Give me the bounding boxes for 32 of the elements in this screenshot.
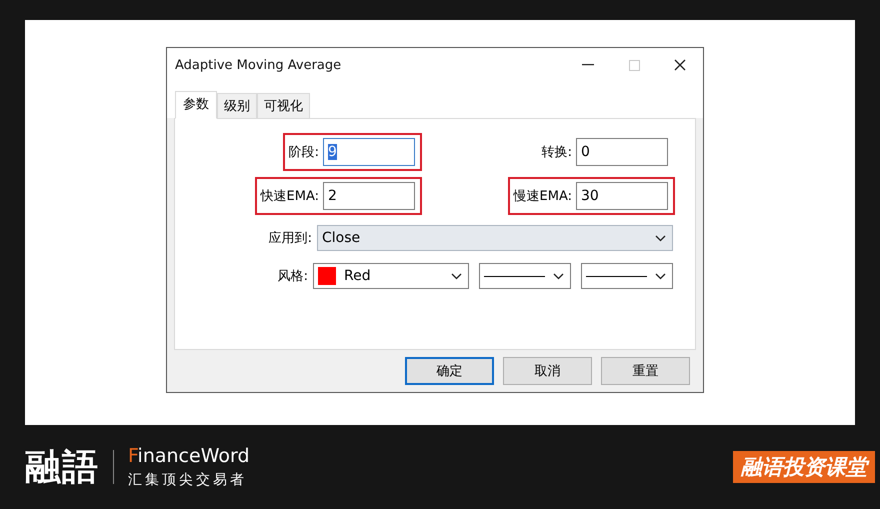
tab[interactable]: 级别 bbox=[217, 93, 257, 119]
field-label: 应用到: bbox=[268, 230, 312, 247]
brand-logo: 融語 bbox=[25, 446, 99, 490]
dialog-button[interactable]: 取消 bbox=[503, 357, 592, 385]
chevron-down-icon bbox=[655, 272, 666, 280]
dialog-button[interactable]: 确定 bbox=[405, 357, 494, 385]
field-label: 风格: bbox=[276, 268, 308, 285]
close-icon bbox=[674, 59, 686, 71]
input-field[interactable]: 2 bbox=[323, 182, 415, 210]
input-field[interactable]: 9 bbox=[323, 138, 415, 166]
input-field[interactable]: 0 bbox=[576, 138, 668, 166]
tab[interactable]: 参数 bbox=[175, 91, 217, 119]
line-style-dropdown[interactable] bbox=[479, 263, 571, 289]
maximize-icon bbox=[628, 60, 640, 70]
tab[interactable]: 可视化 bbox=[257, 93, 310, 119]
minimize-icon bbox=[582, 64, 594, 66]
field-label: 转换: bbox=[542, 144, 572, 161]
field-label: 慢速EMA: bbox=[514, 188, 572, 205]
dialog-button[interactable]: 重置 bbox=[601, 357, 690, 385]
brand-badge: 融语投资课堂 bbox=[733, 451, 875, 483]
chevron-down-icon bbox=[451, 272, 462, 280]
brand-name: FinanceWord bbox=[128, 445, 250, 467]
line-width-dropdown[interactable] bbox=[581, 263, 673, 289]
apply-to-dropdown[interactable]: Close bbox=[317, 225, 673, 251]
brand-slogan: 汇集顶尖交易者 bbox=[128, 471, 248, 489]
field-label: 快速EMA: bbox=[260, 188, 319, 205]
field-label: 阶段: bbox=[288, 144, 319, 161]
window-title: Adaptive Moving Average bbox=[175, 58, 342, 72]
chevron-down-icon bbox=[553, 272, 564, 280]
chevron-down-icon bbox=[655, 234, 666, 242]
input-field[interactable]: 30 bbox=[576, 182, 668, 210]
color-dropdown[interactable]: Red bbox=[313, 263, 469, 289]
